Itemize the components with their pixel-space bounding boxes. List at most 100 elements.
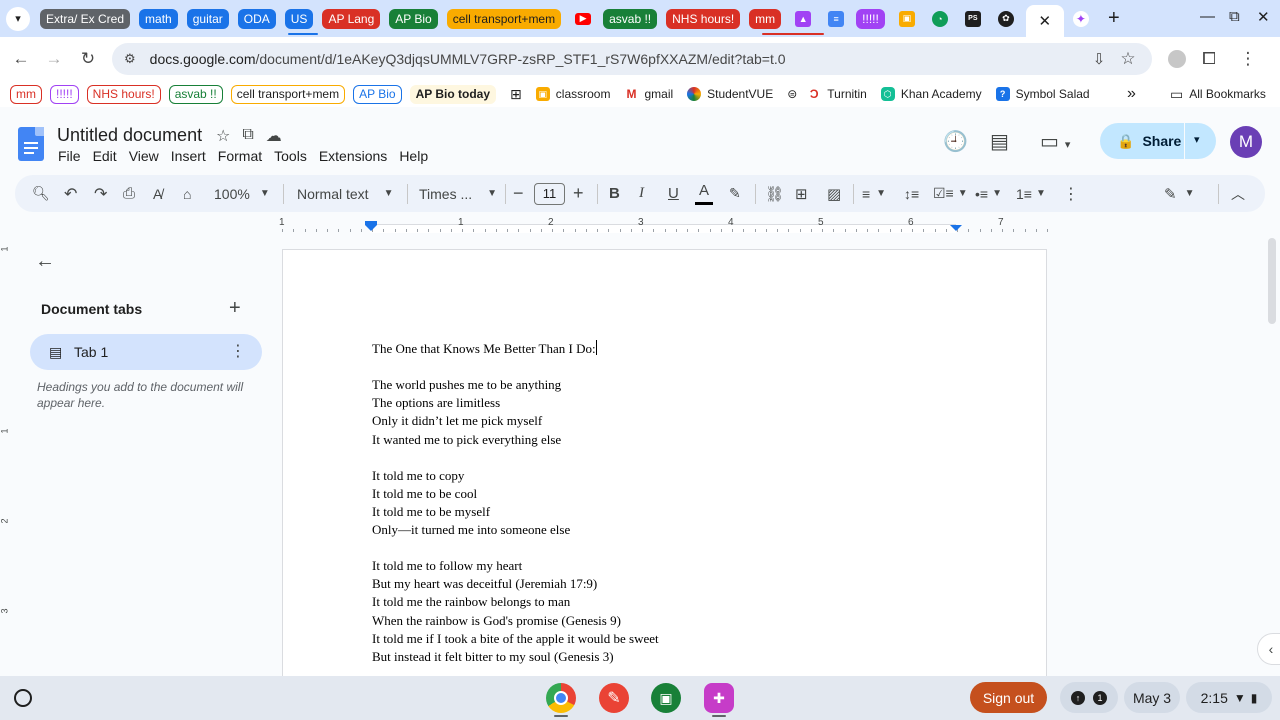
notification-tray[interactable]: ↑ 1 (1060, 682, 1118, 713)
font-size-field[interactable]: 11 (534, 175, 565, 212)
print-icon[interactable]: ⎙ (123, 175, 135, 212)
tab-group-nhs-hours[interactable]: NHS hours! (666, 8, 741, 29)
tab-gemini[interactable]: ✦ (1068, 6, 1094, 32)
classroom-app-icon[interactable]: ▣ (651, 683, 681, 713)
star-icon[interactable]: ☆ (216, 126, 230, 146)
tab-group-4[interactable]: US (284, 8, 314, 29)
tab-group-2[interactable]: guitar (186, 8, 229, 29)
version-history-icon[interactable]: 🕘 (943, 129, 968, 154)
highlight-icon[interactable]: ✎ (729, 175, 741, 212)
status-tray[interactable]: 2:15 ▼ ▮ (1186, 682, 1272, 713)
more-vert-icon[interactable]: ⋮ (1234, 45, 1262, 73)
active-tab-close[interactable]: ✕ (1025, 5, 1064, 37)
poem-line[interactable]: It wanted me to pick everything else (372, 431, 659, 449)
docs-logo-icon[interactable] (18, 127, 44, 161)
insert-image-icon[interactable]: ▨ (827, 175, 841, 212)
tab-group-0[interactable]: Extra/ Ex Cred (40, 8, 131, 29)
poem-line[interactable]: Only it didn’t let me pick myself (372, 412, 659, 430)
bookmark-folder-5[interactable]: AP Bio (353, 84, 402, 104)
menu-extensions[interactable]: Extensions (319, 148, 387, 164)
bold-button[interactable]: B (609, 175, 620, 212)
tab-group-asvab[interactable]: asvab !! (603, 8, 658, 29)
left-indent-handle[interactable] (365, 225, 377, 231)
bookmark-folder-2[interactable]: NHS hours! (86, 84, 161, 104)
search-menus-icon[interactable]: 🔍︎ (32, 175, 50, 212)
poem-line[interactable]: The world pushes me to be anything (372, 376, 659, 394)
underline-button[interactable]: U (668, 175, 679, 212)
tab-options-icon[interactable]: ⋮ (230, 341, 246, 361)
document-body[interactable]: The One that Knows Me Better Than I Do: … (372, 340, 659, 666)
tab-green-app[interactable]: ◔ (927, 6, 953, 32)
bookmark-folder-0[interactable]: mm (10, 84, 42, 104)
poem-line[interactable]: But instead it felt bitter to my soul (G… (372, 648, 659, 666)
poem-title-line[interactable]: The One that Knows Me Better Than I Do: (372, 340, 659, 358)
comments-icon[interactable]: ▤ (990, 129, 1009, 154)
launcher-icon[interactable] (14, 689, 32, 707)
canvas-app-icon[interactable]: ✎ (599, 683, 629, 713)
right-indent-handle[interactable] (950, 225, 962, 231)
tab-ps[interactable]: PS (960, 6, 986, 32)
add-comment-icon[interactable]: ⊞ (795, 175, 808, 212)
tab-group-mm[interactable]: mm (749, 8, 782, 29)
bookmark-gmail[interactable]: Mgmail (624, 87, 673, 101)
spellcheck-icon[interactable]: A̸ (153, 175, 162, 212)
tab-google-docs[interactable]: ≡ (823, 6, 849, 32)
insert-link-icon[interactable]: ⛓ (765, 175, 784, 212)
bookmark-ap-bio-today[interactable]: AP Bio today (409, 84, 497, 104)
bookmark-studentvue[interactable]: StudentVUE (687, 87, 773, 101)
paragraph-style-select[interactable]: Normal text ▼ (297, 175, 393, 212)
poem-line[interactable]: But my heart was deceitful (Jeremiah 17:… (372, 575, 659, 593)
bookmark-unnamed[interactable]: ⊜ (787, 87, 797, 101)
gallery-app-icon[interactable]: ✚ (704, 683, 734, 713)
bulleted-list-icon[interactable]: •≡ ▼ (975, 175, 1002, 212)
address-bar[interactable]: ⚙ docs.google.com/document/d/1eAKeyQ3djq… (112, 43, 1152, 75)
decrease-font-size-icon[interactable]: − (513, 175, 524, 212)
document-title[interactable]: Untitled document (57, 125, 202, 146)
poem-line[interactable]: It told me to be cool (372, 485, 659, 503)
poem-line[interactable]: When the rainbow is God's promise (Genes… (372, 612, 659, 630)
sign-out-button[interactable]: Sign out (970, 682, 1047, 713)
checklist-icon[interactable]: ☑≡ ▼ (933, 175, 968, 212)
zoom-select[interactable]: 100% ▼ (214, 175, 270, 212)
bookmark-star-icon[interactable]: ☆ (1114, 45, 1142, 73)
tab-classroom-yellow[interactable]: ▣ (894, 6, 920, 32)
scrollbar-thumb[interactable] (1268, 238, 1276, 324)
profile-icon[interactable] (1168, 50, 1186, 68)
more-options-icon[interactable]: ⋮ (1063, 175, 1079, 212)
bookmark-symbol-salad[interactable]: ? Symbol Salad (995, 87, 1090, 101)
editing-mode-icon[interactable]: ✎ ▼ (1164, 175, 1194, 212)
add-tab-button[interactable]: + (229, 297, 241, 320)
extensions-icon[interactable]: ⧠ (1195, 45, 1223, 73)
font-select[interactable]: Times ... ▼ (419, 175, 497, 212)
poem-line[interactable]: The options are limitless (372, 394, 659, 412)
menu-edit[interactable]: Edit (93, 148, 117, 164)
tab-group-3[interactable]: ODA (237, 8, 276, 29)
menu-insert[interactable]: Insert (171, 148, 206, 164)
meet-icon[interactable]: ▭ ▾ (1040, 129, 1070, 154)
move-folder-icon[interactable]: ⧉ (242, 126, 253, 146)
tab-classroom-purple[interactable]: ▲ (790, 6, 816, 32)
new-tab-button[interactable]: + (1101, 6, 1127, 32)
bookmark-turnitin[interactable]: Ɔ Turnitin (807, 87, 867, 101)
tab-youtube[interactable]: ▶ (570, 6, 596, 32)
bookmark-folder-4[interactable]: cell transport+mem (230, 84, 346, 104)
share-dropdown-icon[interactable]: ▾ (1194, 133, 1200, 146)
back-icon[interactable]: ← (7, 45, 35, 73)
menu-format[interactable]: Format (218, 148, 262, 164)
sidebar-tab-1[interactable]: ▤ Tab 1 ⋮ (30, 334, 262, 370)
tab-group-1[interactable]: math (139, 8, 178, 29)
tab-group-6[interactable]: AP Bio (389, 8, 438, 29)
date-tray[interactable]: May 3 (1124, 682, 1180, 713)
document-page[interactable]: The One that Knows Me Better Than I Do: … (282, 249, 1047, 679)
url-text[interactable]: docs.google.com/document/d/1eAKeyQ3djqsU… (150, 51, 786, 67)
menu-view[interactable]: View (129, 148, 159, 164)
back-arrow-icon[interactable]: ← (35, 250, 55, 273)
numbered-list-icon[interactable]: 1≡ ▼ (1016, 175, 1046, 212)
window-close-icon[interactable]: ✕ (1257, 8, 1270, 26)
site-info-icon[interactable]: ⚙ (124, 51, 136, 67)
account-avatar[interactable]: M (1230, 126, 1262, 158)
poem-line[interactable]: It told me if I took a bite of the apple… (372, 630, 659, 648)
explore-expand-icon[interactable]: ‹ (1257, 633, 1280, 665)
menu-file[interactable]: File (58, 148, 81, 164)
tab-search-button[interactable]: ▾ (6, 6, 30, 31)
